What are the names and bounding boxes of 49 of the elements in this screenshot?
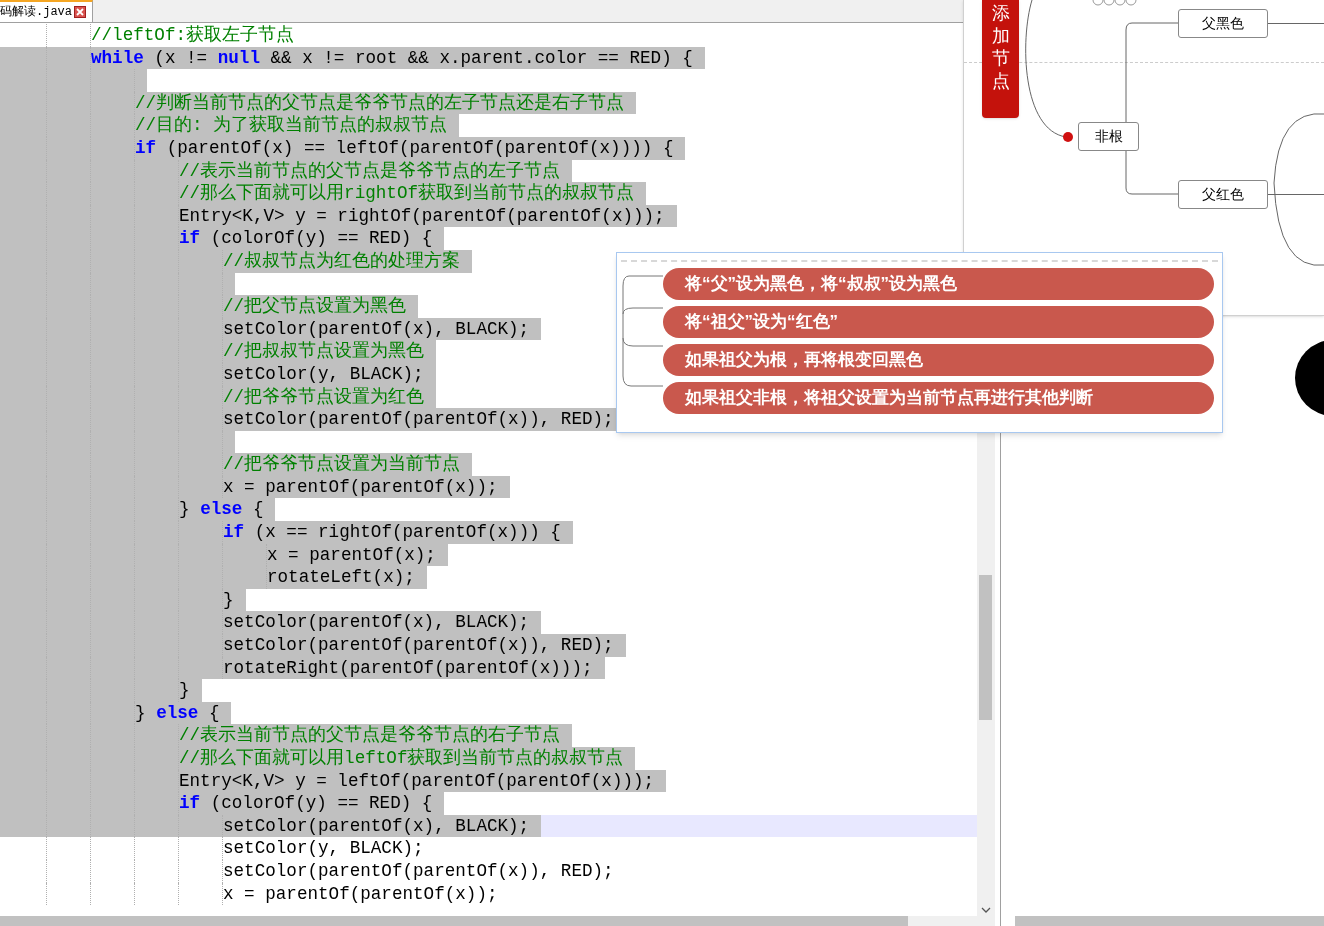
topic-node[interactable]: 如果祖父为根，再将根变回黑色 — [663, 344, 1214, 376]
code-line: //leftOf:获取左子节点 — [91, 24, 295, 47]
code-line: setColor(parentOf(x), BLACK); — [223, 814, 530, 838]
code-line: } else { — [179, 498, 264, 522]
code-line: //把爷爷节点设置为红色 — [223, 385, 425, 409]
code-line: if (x == rightOf(parentOf(x))) { — [223, 521, 561, 544]
code-line: //判断当前节点的父节点是爷爷节点的左子节点还是右子节点 — [135, 91, 625, 115]
code-line: setColor(parentOf(x), BLACK); — [223, 317, 530, 341]
code-line: } else { — [135, 701, 220, 725]
scroll-down-icon[interactable] — [981, 906, 991, 914]
topic-node[interactable]: 将“父”设为黑色，将“叔叔”设为黑色 — [663, 268, 1214, 300]
code-line: if (colorOf(y) == RED) { — [179, 227, 433, 250]
code-line: x = parentOf(x); — [267, 543, 436, 567]
code-line: //表示当前节点的父节点是爷爷节点的左子节点 — [179, 159, 561, 183]
code-line: x = parentOf(parentOf(x)); — [223, 475, 498, 499]
code-line: if (parentOf(x) == leftOf(parentOf(parentOf(x)))) { — [135, 136, 674, 160]
code-line: while (x != null && x != root && x.parent.color == RED) { — [91, 46, 693, 70]
scrollbar-thumb[interactable] — [979, 575, 992, 720]
code-line: } — [179, 679, 190, 702]
file-tab[interactable]: 码解读.java — [0, 0, 93, 22]
horizontal-scrollbar[interactable] — [1015, 916, 1324, 926]
code-line: //那么下面就可以用leftOf获取到当前节点的叔叔节点 — [179, 747, 624, 770]
topic-node[interactable]: 父黑色 — [1178, 9, 1268, 38]
code-line: Entry<K,V> y = leftOf(parentOf(parentOf(x))); — [179, 769, 655, 793]
code-line: setColor(parentOf(parentOf(x)), RED); — [223, 859, 614, 883]
code-line: setColor(parentOf(parentOf(x)), RED); — [223, 634, 614, 657]
close-icon[interactable] — [74, 6, 86, 18]
code-line: rotateRight(parentOf(parentOf(x))); — [223, 656, 593, 680]
topic-tag[interactable]: 添加节点 — [982, 0, 1019, 118]
code-line: setColor(y, BLACK); — [223, 837, 424, 860]
code-line: //表示当前节点的父节点是爷爷节点的右子节点 — [179, 724, 561, 747]
code-line: //叔叔节点为红色的处理方案 — [223, 249, 461, 273]
code-line: //把父节点设置为黑色 — [223, 295, 407, 318]
code-line: x = parentOf(parentOf(x)); — [223, 882, 498, 906]
code-line: //目的: 为了获取当前节点的叔叔节点 — [135, 114, 448, 137]
topic-node[interactable]: 父红色 — [1178, 180, 1268, 209]
code-line: //把叔叔节点设置为黑色 — [223, 340, 425, 363]
code-line: Entry<K,V> y = rightOf(parentOf(parentOf(x))); — [179, 204, 665, 228]
code-line: //那么下面就可以用rightOf获取到当前节点的叔叔节点 — [179, 182, 635, 205]
code-line: } — [223, 588, 234, 612]
topic-node[interactable]: 将“祖父”设为“红色” — [663, 306, 1214, 338]
code-line: //把爷爷节点设置为当前节点 — [223, 453, 461, 476]
code-line: setColor(parentOf(x), BLACK); — [223, 611, 530, 635]
code-line: rotateLeft(x); — [267, 566, 415, 589]
code-line: setColor(parentOf(parentOf(x)), RED); — [223, 408, 614, 431]
code-line: setColor(y, BLACK); — [223, 362, 424, 386]
topic-node[interactable]: 如果祖父非根，将祖父设置为当前节点再进行其他判断 — [663, 382, 1214, 414]
code-line: if (colorOf(y) == RED) { — [179, 792, 433, 815]
topic-node[interactable]: 非根 — [1078, 122, 1139, 151]
